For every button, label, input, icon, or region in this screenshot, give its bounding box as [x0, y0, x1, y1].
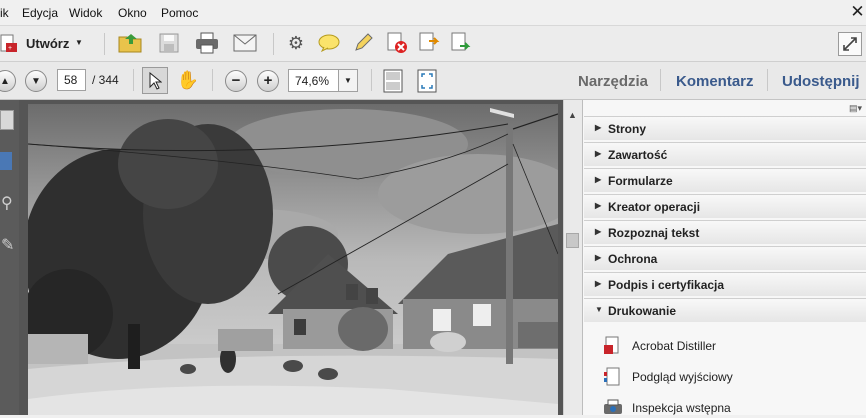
print-icon[interactable] — [194, 31, 220, 55]
tab-comment[interactable]: Komentarz — [676, 73, 754, 90]
close-document-icon[interactable]: ✕ — [849, 2, 866, 21]
svg-text:+: + — [8, 45, 12, 52]
email-icon[interactable] — [232, 32, 258, 54]
zoom-select[interactable]: 74,6% ▼ — [288, 69, 358, 92]
page-layout-icon[interactable] — [382, 68, 404, 94]
doc-send-icon[interactable] — [450, 32, 472, 54]
zoom-in-button[interactable]: + — [257, 70, 279, 92]
expand-arrow-icon: ▶ — [595, 201, 602, 210]
expand-arrow-icon: ▶ — [595, 279, 602, 288]
section-sign-certify[interactable]: ▶ Podpis i certyfikacja — [584, 272, 866, 296]
highlight-pen-icon[interactable] — [352, 32, 374, 54]
menu-window[interactable]: Okno — [118, 6, 147, 20]
navigation-pane: ⚲ ✎ — [0, 100, 19, 415]
menu-edit[interactable]: Edycja — [22, 6, 58, 20]
reject-doc-icon[interactable] — [386, 32, 408, 54]
page-number-input[interactable]: 58 — [57, 69, 86, 91]
section-print-production[interactable]: ▼ Drukowanie — [584, 298, 866, 322]
fit-page-icon[interactable] — [416, 68, 438, 94]
zoom-out-button[interactable]: − — [225, 70, 247, 92]
section-forms[interactable]: ▶ Formularze — [584, 168, 866, 192]
attachment-icon[interactable]: ⚲ — [1, 193, 13, 213]
expand-arrow-icon: ▶ — [595, 227, 602, 236]
create-button[interactable]: Utwórz — [26, 36, 69, 51]
section-content[interactable]: ▶ Zawartość — [584, 142, 866, 166]
bookmark-icon[interactable] — [0, 152, 12, 170]
next-page-button[interactable]: ▼ — [25, 70, 47, 92]
page-total: / 344 — [92, 73, 119, 87]
panel-options-icon[interactable]: ▤▾ — [849, 103, 862, 114]
menu-help[interactable]: Pomoc — [161, 6, 198, 20]
section-protection[interactable]: ▶ Ochrona — [584, 246, 866, 270]
menu-bar: ik Edycja Widok Okno Pomoc ✕ — [0, 0, 866, 26]
distiller-icon — [604, 336, 619, 354]
tab-tools[interactable]: Narzędzia — [578, 73, 648, 90]
collapse-arrow-icon: ▼ — [595, 305, 603, 314]
plus-icon: + — [263, 72, 273, 89]
minus-icon: − — [231, 72, 241, 89]
previous-page-button[interactable]: ▲ — [0, 70, 16, 92]
menu-file[interactable]: ik — [0, 6, 9, 20]
expand-arrow-icon: ▶ — [595, 253, 602, 262]
zoom-value: 74,6% — [295, 74, 330, 88]
menu-view[interactable]: Widok — [69, 6, 102, 20]
expand-arrow-icon: ▶ — [595, 175, 602, 184]
open-folder-icon[interactable] — [118, 31, 144, 55]
gear-icon[interactable]: ⚙ — [286, 33, 306, 53]
arrow-down-icon: ▼ — [31, 75, 41, 87]
section-pages[interactable]: ▶ Strony — [584, 116, 866, 140]
navigation-toolbar: ▲ ▼ 58 / 344 ✋ − + 74,6% ▼ Narzędzia Kom… — [0, 62, 866, 100]
expand-arrow-icon: ▶ — [595, 123, 602, 132]
tools-panel: ▤▾ ▶ Strony ▶ Zawartość ▶ Formularze ▶ K… — [582, 100, 866, 415]
tab-share[interactable]: Udostępnij — [782, 73, 860, 90]
expand-arrow-icon: ▶ — [595, 149, 602, 158]
scroll-up-icon[interactable]: ▲ — [568, 110, 577, 120]
preflight-icon — [604, 399, 622, 414]
scroll-thumb[interactable] — [566, 233, 579, 248]
main-toolbar: + Utwórz ▼ ⚙ — [0, 26, 866, 62]
signature-icon[interactable]: ✎ — [1, 235, 14, 255]
expand-icon[interactable] — [838, 32, 862, 56]
output-preview-icon — [604, 367, 620, 386]
section-text-recognition[interactable]: ▶ Rozpoznaj tekst — [584, 220, 866, 244]
chevron-down-icon[interactable]: ▼ — [75, 38, 83, 47]
section-action-wizard[interactable]: ▶ Kreator operacji — [584, 194, 866, 218]
comment-icon[interactable] — [318, 33, 340, 53]
select-tool-icon[interactable] — [142, 67, 168, 94]
create-pdf-icon[interactable]: + — [0, 34, 18, 54]
doc-share-icon[interactable] — [418, 32, 440, 54]
page-thumbnails-icon[interactable] — [0, 110, 14, 130]
vertical-scrollbar[interactable]: ▲ — [563, 100, 582, 415]
hand-tool-icon[interactable]: ✋ — [177, 69, 199, 91]
arrow-up-icon: ▲ — [0, 75, 10, 87]
chevron-down-icon[interactable]: ▼ — [338, 70, 357, 91]
document-photo — [28, 104, 558, 415]
save-icon[interactable] — [158, 32, 180, 54]
